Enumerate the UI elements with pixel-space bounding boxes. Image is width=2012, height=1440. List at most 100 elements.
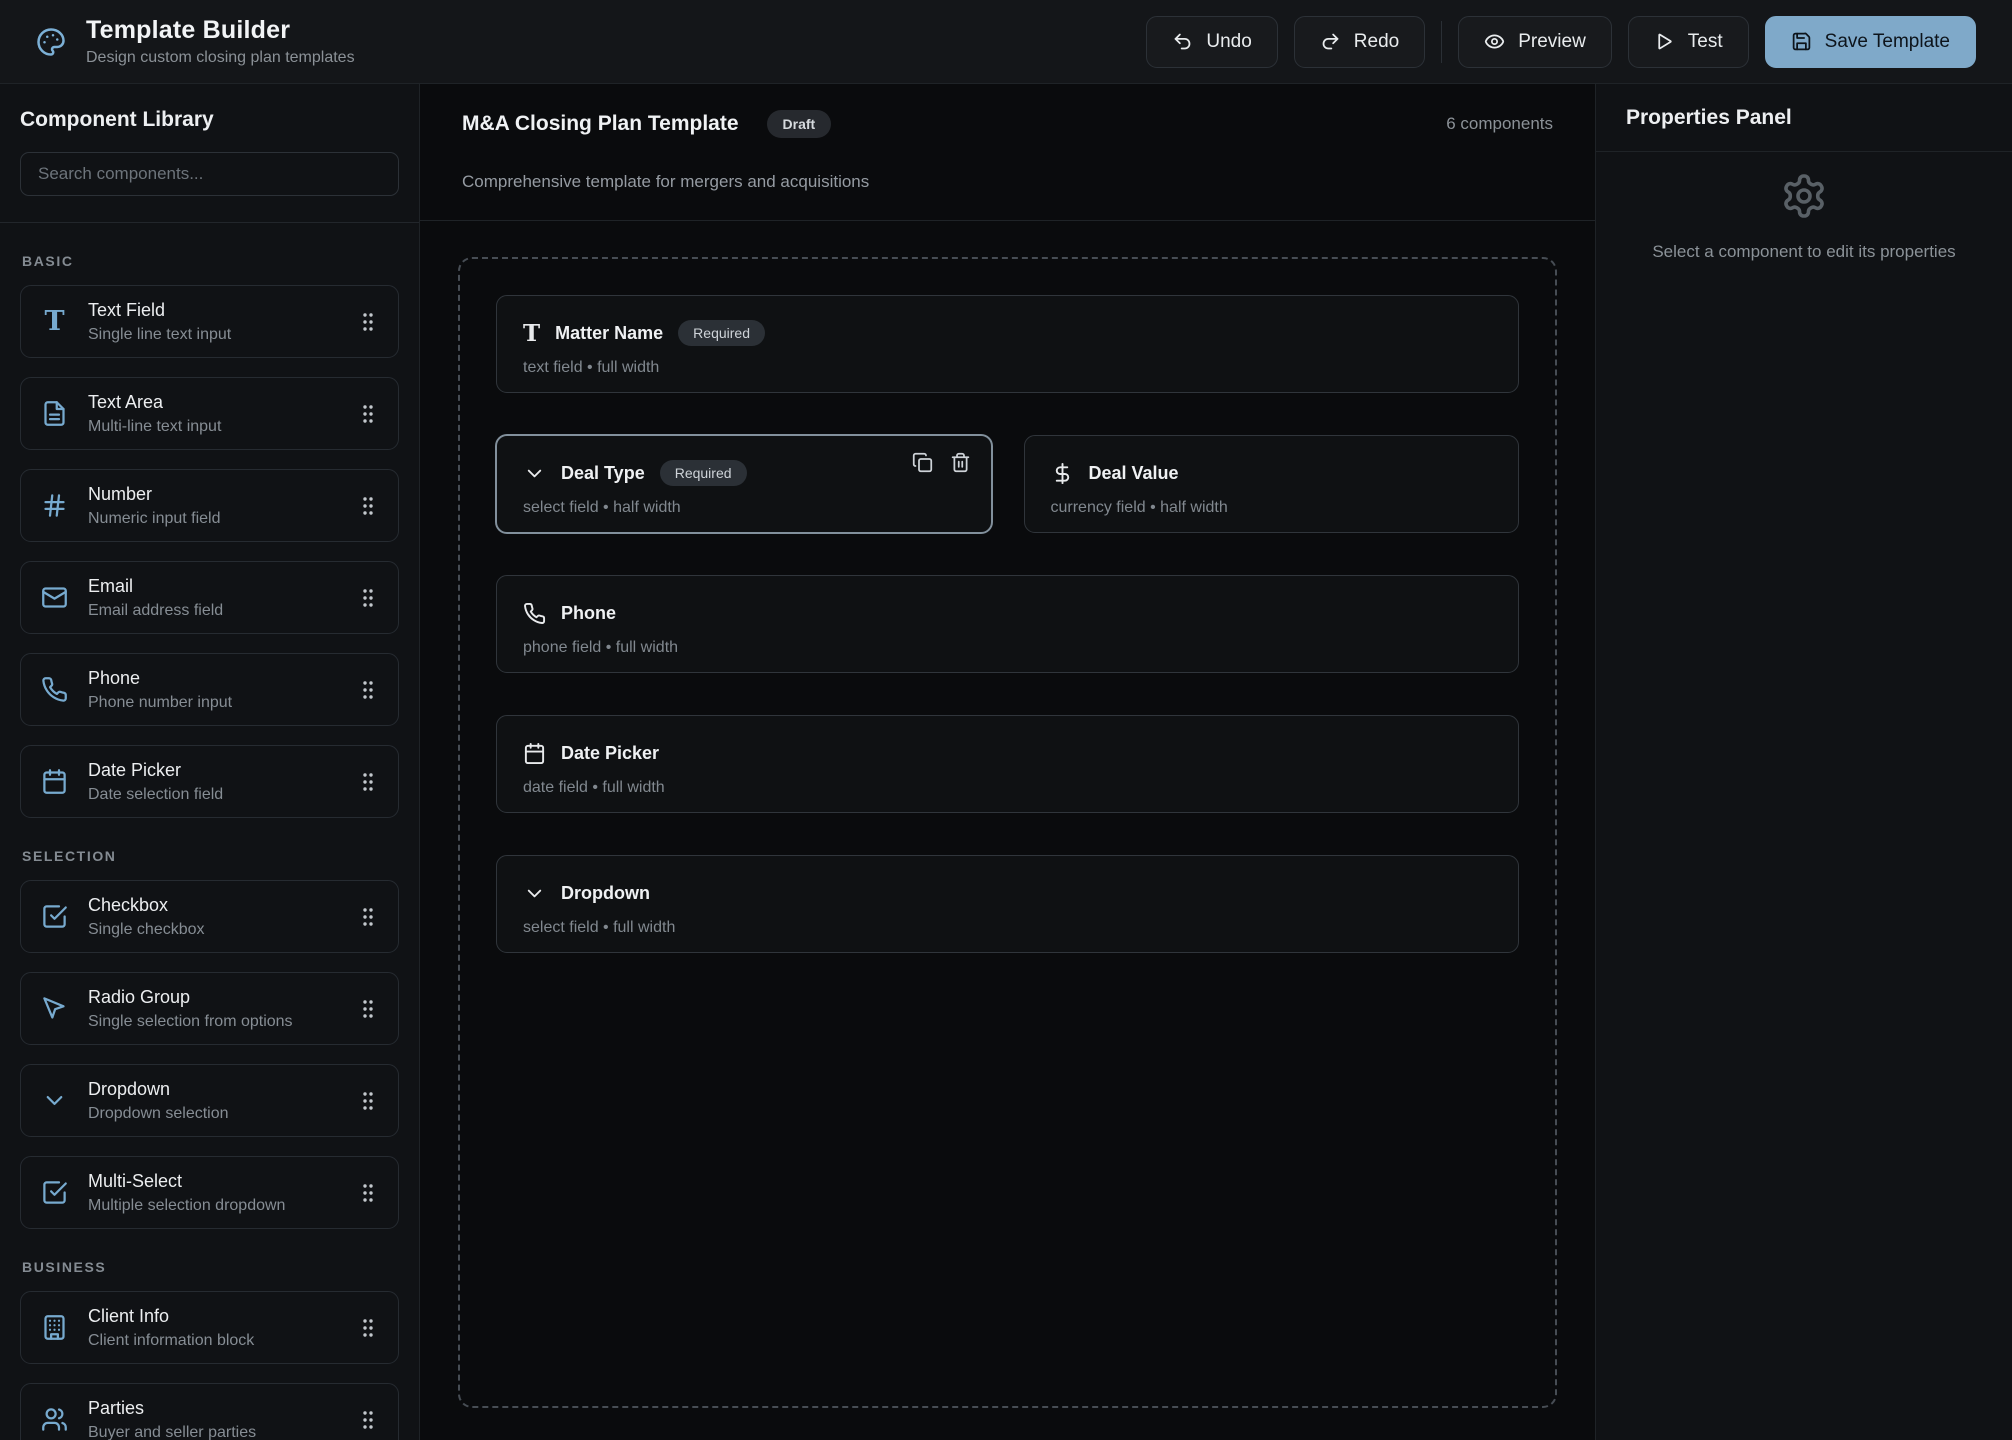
library-item-text: Client Info Client information block: [88, 1306, 254, 1350]
properties-panel: Properties Panel Select a component to e…: [1595, 84, 2012, 1440]
library-item-title: Number: [88, 484, 221, 505]
component-dropzone[interactable]: Matter Name Required text field • full w…: [458, 257, 1557, 1408]
component-header: Date Picker: [523, 740, 1492, 766]
template-description: Comprehensive template for mergers and a…: [462, 172, 1553, 192]
library-item-subtitle: Phone number input: [88, 694, 232, 712]
chevron-down-icon: [41, 1087, 68, 1114]
type-icon: [523, 322, 540, 345]
properties-empty-message: Select a component to edit its propertie…: [1652, 242, 1955, 262]
drag-handle-icon[interactable]: [356, 1407, 380, 1433]
library-item-parties[interactable]: Parties Buyer and seller parties: [20, 1383, 399, 1440]
app-header: Template Builder Design custom closing p…: [0, 0, 2012, 84]
component-header: Deal Value: [1051, 460, 1493, 486]
library-item-text: Phone Phone number input: [88, 668, 232, 712]
library-item-subtitle: Single selection from options: [88, 1013, 293, 1031]
component-title: Date Picker: [561, 743, 659, 764]
required-badge: Required: [660, 460, 747, 486]
save-icon: [1791, 31, 1812, 52]
redo-button[interactable]: Redo: [1294, 16, 1425, 68]
component-title: Dropdown: [561, 883, 650, 904]
library-item-title: Multi-Select: [88, 1171, 285, 1192]
library-item-title: Radio Group: [88, 987, 293, 1008]
undo-button[interactable]: Undo: [1146, 16, 1277, 68]
building-icon: [41, 1314, 68, 1341]
library-item-radio-group[interactable]: Radio Group Single selection from option…: [20, 972, 399, 1045]
template-canvas: M&A Closing Plan Template Draft 6 compon…: [420, 84, 1595, 1440]
undo-label: Undo: [1206, 31, 1251, 53]
test-label: Test: [1688, 31, 1723, 53]
library-item-subtitle: Client information block: [88, 1332, 254, 1350]
library-item-title: Client Info: [88, 1306, 254, 1327]
drag-handle-icon[interactable]: [356, 401, 380, 427]
canvas-header: M&A Closing Plan Template Draft 6 compon…: [420, 84, 1595, 221]
check-square-icon: [41, 903, 68, 930]
library-item-text: Text Field Single line text input: [88, 300, 231, 344]
library-item-text-field[interactable]: Text Field Single line text input: [20, 285, 399, 358]
library-item-text: Email Email address field: [88, 576, 223, 620]
library-item-text-area[interactable]: Text Area Multi-line text input: [20, 377, 399, 450]
component-title: Deal Type: [561, 463, 645, 484]
library-item-subtitle: Multiple selection dropdown: [88, 1197, 285, 1215]
library-item-title: Checkbox: [88, 895, 205, 916]
drag-handle-icon[interactable]: [356, 1180, 380, 1206]
library-item-email[interactable]: Email Email address field: [20, 561, 399, 634]
library-item-subtitle: Numeric input field: [88, 510, 221, 528]
duplicate-component-button[interactable]: [912, 452, 933, 473]
component-meta: date field • full width: [523, 778, 1492, 798]
drag-handle-icon[interactable]: [356, 309, 380, 335]
library-item-title: Phone: [88, 668, 232, 689]
canvas-component-matter-name[interactable]: Matter Name Required text field • full w…: [496, 295, 1519, 393]
canvas-component-deal-type[interactable]: Deal Type Required select field • half w…: [496, 435, 992, 533]
template-builder-app: Template Builder Design custom closing p…: [0, 0, 2012, 1440]
canvas-component-date-picker[interactable]: Date Picker date field • full width: [496, 715, 1519, 813]
redo-label: Redo: [1354, 31, 1399, 53]
drag-handle-icon[interactable]: [356, 585, 380, 611]
preview-button[interactable]: Preview: [1458, 16, 1612, 68]
canvas-component-phone[interactable]: Phone phone field • full width: [496, 575, 1519, 673]
canvas-component-deal-value[interactable]: Deal Value currency field • half width: [1024, 435, 1520, 533]
drag-handle-icon[interactable]: [356, 677, 380, 703]
save-template-button[interactable]: Save Template: [1765, 16, 1976, 68]
component-meta: text field • full width: [523, 358, 1492, 378]
library-item-text: Multi-Select Multiple selection dropdown: [88, 1171, 285, 1215]
section-label-business: BUSINESS: [22, 1259, 397, 1275]
preview-label: Preview: [1518, 31, 1586, 53]
library-item-text: Text Area Multi-line text input: [88, 392, 221, 436]
section-label-selection: SELECTION: [22, 848, 397, 864]
phone-icon: [523, 602, 546, 625]
library-item-number[interactable]: Number Numeric input field: [20, 469, 399, 542]
library-item-multi-select[interactable]: Multi-Select Multiple selection dropdown: [20, 1156, 399, 1229]
app-title: Template Builder: [86, 16, 355, 45]
library-item-date-picker[interactable]: Date Picker Date selection field: [20, 745, 399, 818]
drag-handle-icon[interactable]: [356, 769, 380, 795]
sidebar-divider: [0, 222, 419, 223]
library-item-client-info[interactable]: Client Info Client information block: [20, 1291, 399, 1364]
mail-icon: [41, 584, 68, 611]
library-item-phone[interactable]: Phone Phone number input: [20, 653, 399, 726]
component-actions: [912, 452, 971, 473]
drag-handle-icon[interactable]: [356, 1315, 380, 1341]
app-titles: Template Builder Design custom closing p…: [86, 16, 355, 67]
component-search: [20, 152, 399, 196]
phone-icon: [41, 676, 68, 703]
calendar-icon: [523, 742, 546, 765]
delete-component-button[interactable]: [950, 452, 971, 473]
library-item-dropdown[interactable]: Dropdown Dropdown selection: [20, 1064, 399, 1137]
header-actions: Undo Redo Preview Test Save Template: [1146, 16, 1976, 68]
drag-handle-icon[interactable]: [356, 1088, 380, 1114]
drag-handle-icon[interactable]: [356, 904, 380, 930]
drag-handle-icon[interactable]: [356, 996, 380, 1022]
redo-icon: [1320, 31, 1341, 52]
library-item-subtitle: Single checkbox: [88, 921, 205, 939]
gear-icon: [1780, 172, 1828, 220]
dollar-icon: [1051, 462, 1074, 485]
search-input[interactable]: [20, 152, 399, 196]
library-item-title: Text Area: [88, 392, 221, 413]
library-item-subtitle: Date selection field: [88, 786, 223, 804]
drag-handle-icon[interactable]: [356, 493, 380, 519]
library-item-checkbox[interactable]: Checkbox Single checkbox: [20, 880, 399, 953]
type-icon: [41, 308, 68, 335]
canvas-component-dropdown[interactable]: Dropdown select field • full width: [496, 855, 1519, 953]
chevron-down-icon: [523, 882, 546, 905]
test-button[interactable]: Test: [1628, 16, 1749, 68]
